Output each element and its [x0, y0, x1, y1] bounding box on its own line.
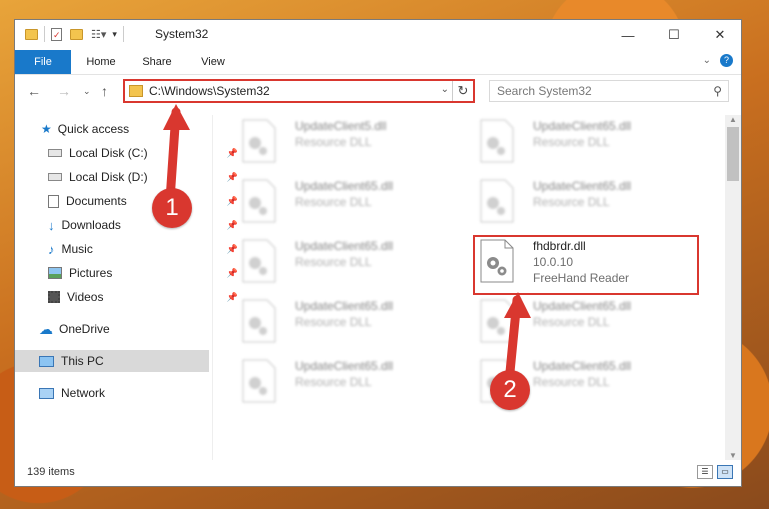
arrow-1-head	[163, 104, 190, 130]
step-1-badge: 1	[152, 188, 192, 228]
annotation-overlay	[163, 104, 531, 377]
arrow-2-head	[504, 292, 531, 318]
step-2-badge: 2	[490, 370, 530, 410]
